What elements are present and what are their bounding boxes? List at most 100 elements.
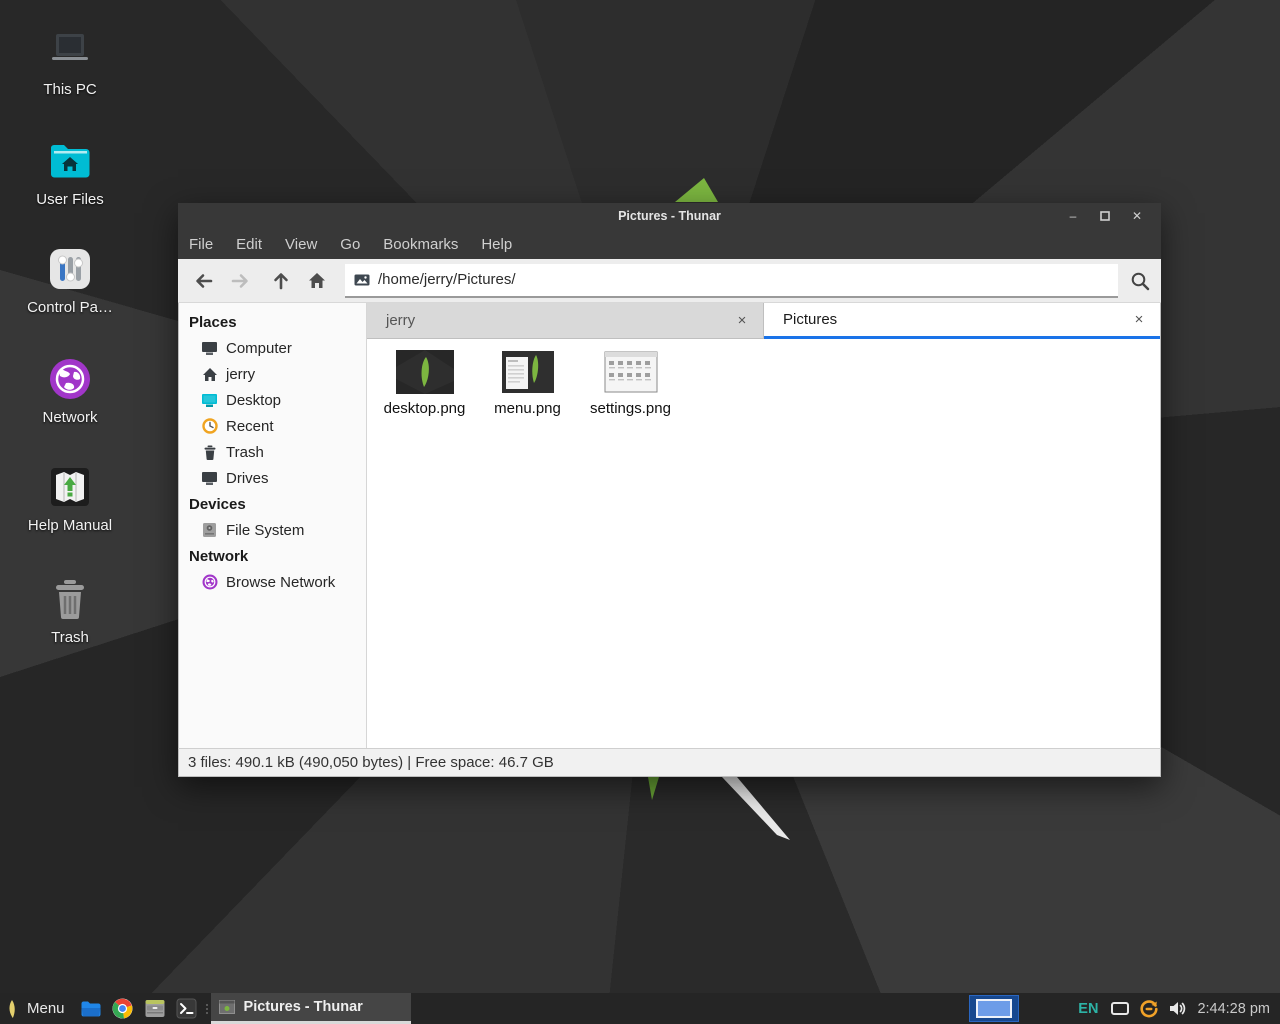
status-bar: 3 files: 490.1 kB (490,050 bytes) | Free… — [178, 748, 1161, 777]
menu-go[interactable]: Go — [340, 236, 360, 253]
back-button[interactable] — [186, 264, 222, 298]
search-button[interactable] — [1118, 259, 1161, 303]
path-text: /home/jerry/Pictures/ — [378, 271, 516, 288]
desktop-icon-trash[interactable]: Trash — [18, 576, 122, 646]
tab-label: jerry — [386, 312, 415, 329]
sidebar-header-places: Places — [179, 309, 366, 335]
trash-icon — [201, 444, 218, 461]
window-thumbnail-icon — [219, 1000, 235, 1014]
sidebar-header-network: Network — [179, 543, 366, 569]
help-manual-icon — [47, 464, 93, 510]
up-button[interactable] — [263, 264, 299, 298]
browse-network-globe-icon — [201, 574, 218, 591]
keyboard-indicator-icon[interactable] — [1111, 1002, 1129, 1015]
menu-view[interactable]: View — [285, 236, 317, 253]
computer-icon — [201, 340, 218, 357]
file-view[interactable]: desktop.png menu.png — [367, 339, 1160, 748]
close-button[interactable]: ✕ — [1121, 203, 1153, 229]
menu-help[interactable]: Help — [481, 236, 512, 253]
maximize-icon — [1100, 211, 1110, 221]
file-menu-png[interactable]: menu.png — [476, 349, 579, 417]
file-settings-png[interactable]: settings.png — [579, 349, 682, 417]
desktop-icon-network[interactable]: Network — [18, 356, 122, 426]
taskbar: Menu Pictures - Thunar EN 2:44:28 pm — [0, 993, 1280, 1024]
forward-arrow-icon — [231, 273, 249, 289]
menu-bookmarks[interactable]: Bookmarks — [383, 236, 458, 253]
tab-jerry[interactable]: jerry × — [367, 303, 764, 339]
sidebar-item-label: Computer — [226, 340, 292, 357]
desktop-icon-label: Trash — [51, 629, 89, 646]
home-icon — [201, 366, 218, 383]
file-name: settings.png — [590, 400, 671, 417]
this-pc-icon — [47, 28, 93, 74]
picture-folder-icon — [354, 274, 370, 286]
keyboard-layout-indicator[interactable]: EN — [1078, 1001, 1098, 1017]
terminal-launcher-icon[interactable] — [174, 993, 200, 1024]
sidebar-item-computer[interactable]: Computer — [179, 335, 366, 361]
files-launcher-icon[interactable] — [78, 993, 104, 1024]
home-button[interactable] — [299, 264, 335, 298]
sidebar-item-label: Trash — [226, 444, 264, 461]
menubar: File Edit View Go Bookmarks Help — [178, 229, 1161, 259]
path-bar[interactable]: /home/jerry/Pictures/ — [345, 264, 1118, 298]
window-title: Pictures - Thunar — [618, 209, 721, 223]
maximize-button[interactable] — [1089, 203, 1121, 229]
sidebar-item-jerry[interactable]: jerry — [179, 361, 366, 387]
sidebar-item-drives[interactable]: Drives — [179, 465, 366, 491]
drives-icon — [201, 470, 218, 487]
toolbar: /home/jerry/Pictures/ — [178, 259, 1161, 303]
taskbar-window-label: Pictures - Thunar — [244, 999, 363, 1015]
archive-launcher-icon[interactable] — [142, 993, 168, 1024]
panel-separator-handle[interactable] — [203, 993, 211, 1024]
file-name: menu.png — [494, 400, 561, 417]
sidebar-item-label: Browse Network — [226, 574, 335, 591]
sidebar-item-desktop[interactable]: Desktop — [179, 387, 366, 413]
sidebar-item-browse-network[interactable]: Browse Network — [179, 569, 366, 595]
volume-icon[interactable] — [1165, 993, 1189, 1024]
menu-file[interactable]: File — [189, 236, 213, 253]
file-system-drive-icon — [201, 522, 218, 539]
tab-close-icon[interactable]: × — [1130, 311, 1148, 328]
sidebar: Places Computer jerry Desktop Recent Tra… — [179, 303, 367, 748]
update-manager-icon[interactable] — [1137, 993, 1161, 1024]
sidebar-item-label: jerry — [226, 366, 255, 383]
menu-button[interactable]: Menu — [0, 993, 75, 1024]
menu-edit[interactable]: Edit — [236, 236, 262, 253]
window-titlebar[interactable]: Pictures - Thunar – ✕ — [178, 203, 1161, 229]
sidebar-item-recent[interactable]: Recent — [179, 413, 366, 439]
chrome-launcher-icon[interactable] — [110, 993, 136, 1024]
tab-bar: jerry × Pictures × — [367, 303, 1160, 339]
desktop-icon-label: User Files — [36, 191, 104, 208]
tab-pictures[interactable]: Pictures × — [764, 303, 1160, 339]
sidebar-item-trash[interactable]: Trash — [179, 439, 366, 465]
file-desktop-png[interactable]: desktop.png — [373, 349, 476, 417]
desktop-icon-this-pc[interactable]: This PC — [18, 28, 122, 98]
status-text: 3 files: 490.1 kB (490,050 bytes) | Free… — [188, 754, 554, 771]
desktop-icon-label: Help Manual — [28, 517, 112, 534]
thunar-window: Pictures - Thunar – ✕ File Edit View Go … — [178, 203, 1161, 777]
sidebar-item-label: File System — [226, 522, 304, 539]
taskbar-window-button[interactable]: Pictures - Thunar — [211, 993, 411, 1024]
desktop-icon-user-files[interactable]: User Files — [18, 138, 122, 208]
minimize-button[interactable]: – — [1057, 203, 1089, 229]
tab-close-icon[interactable]: × — [733, 312, 751, 329]
desktop-icon-label: Control Pa… — [27, 299, 113, 316]
minimize-icon: – — [1070, 209, 1077, 223]
active-workspace[interactable] — [976, 999, 1012, 1018]
file-thumbnail-desktop — [393, 349, 457, 395]
workspace-switcher[interactable] — [969, 995, 1019, 1022]
window-controls: – ✕ — [1057, 203, 1153, 229]
desktop-icon-control-panel[interactable]: Control Pa… — [18, 246, 122, 316]
window-content: Places Computer jerry Desktop Recent Tra… — [178, 303, 1161, 748]
search-icon — [1130, 271, 1150, 291]
forward-button[interactable] — [222, 264, 258, 298]
desktop-icon-help-manual[interactable]: Help Manual — [18, 464, 122, 534]
clock[interactable]: 2:44:28 pm — [1197, 1001, 1270, 1017]
recent-clock-icon — [201, 418, 218, 435]
sidebar-item-file-system[interactable]: File System — [179, 517, 366, 543]
file-thumbnail-menu — [498, 349, 558, 395]
up-arrow-icon — [273, 272, 289, 290]
sidebar-item-label: Drives — [226, 470, 269, 487]
sidebar-header-devices: Devices — [179, 491, 366, 517]
desktop-icon-label: Network — [42, 409, 97, 426]
